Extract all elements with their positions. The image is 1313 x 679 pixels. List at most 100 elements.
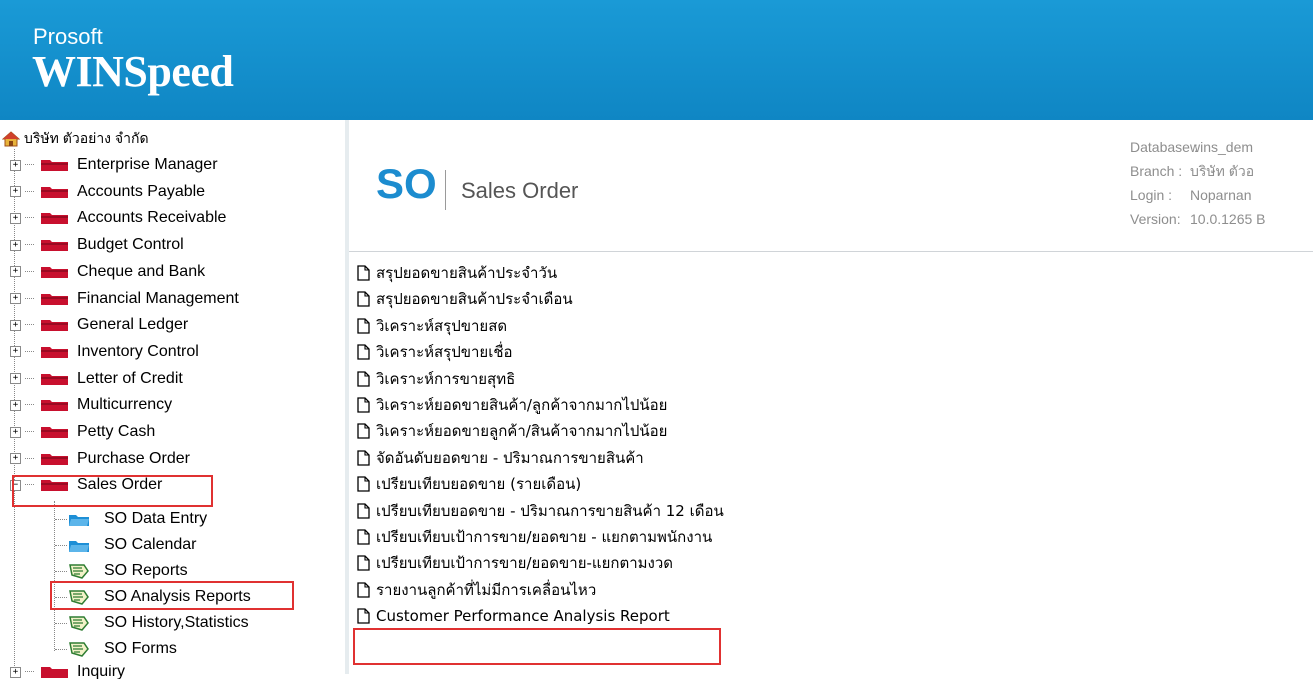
report-label: Customer Performance Analysis Report bbox=[376, 607, 670, 626]
app-banner: Prosoft WINSpeed bbox=[0, 0, 1313, 120]
tree-root-company[interactable]: บริษัท ตัวอย่าง จำกัด bbox=[2, 129, 149, 149]
info-branch: Branch : บริษัท ตัวอ bbox=[1130, 163, 1255, 179]
tree-item-accounts-receivable[interactable]: + Accounts Receivable bbox=[10, 208, 226, 228]
document-icon bbox=[357, 423, 370, 440]
report-item[interactable]: วิเคราะห์ยอดขายลูกค้า/สินค้าจากมากไปน้อย bbox=[357, 420, 667, 442]
tree-item-label: SO Calendar bbox=[104, 536, 197, 553]
report-icon bbox=[69, 616, 89, 631]
report-label: เปรียบเทียบเป้าการขาย/ยอดขาย-แยกตามงวด bbox=[376, 554, 673, 573]
report-item[interactable]: จัดอันดับยอดขาย - ปริมาณการขายสินค้า bbox=[357, 447, 644, 469]
tree-item-label: Enterprise Manager bbox=[77, 156, 218, 173]
folder-icon bbox=[41, 400, 68, 412]
tree-item-label: Accounts Receivable bbox=[77, 209, 227, 227]
folder-icon bbox=[41, 213, 68, 225]
document-icon bbox=[357, 318, 370, 334]
expand-icon[interactable]: + bbox=[10, 159, 21, 171]
module-logo: SO bbox=[376, 160, 437, 207]
tree-connector bbox=[55, 519, 67, 521]
tree-item-so-forms[interactable]: SO Forms bbox=[68, 639, 177, 659]
tree-item-financial-management[interactable]: + Financial Management bbox=[10, 289, 239, 309]
report-item[interactable]: เปรียบเทียบเป้าการขาย/ยอดขาย - แยกตามพนั… bbox=[357, 526, 712, 548]
report-item[interactable]: วิเคราะห์ยอดขายสินค้า/ลูกค้าจากมากไปน้อย bbox=[357, 394, 667, 416]
report-label: รายงานลูกค้าที่ไม่มีการเคลื่อนไหว bbox=[376, 580, 597, 599]
tree-item-general-ledger[interactable]: + General Ledger bbox=[10, 315, 188, 335]
folder-icon bbox=[41, 453, 68, 465]
report-label: วิเคราะห์ยอดขายสินค้า/ลูกค้าจากมากไปน้อย bbox=[376, 396, 668, 414]
tree-item-enterprise-manager[interactable]: + Enterprise Manager bbox=[10, 155, 218, 175]
expand-icon[interactable]: + bbox=[10, 399, 21, 411]
tree-item-purchase-order[interactable]: + Purchase Order bbox=[10, 449, 190, 469]
expand-icon[interactable]: + bbox=[10, 319, 21, 331]
tree-item-label: SO Forms bbox=[104, 640, 177, 657]
info-version: Version: 10.0.1265 B bbox=[1130, 211, 1266, 227]
tree-item-inquiry[interactable]: + Inquiry bbox=[10, 665, 125, 679]
report-item[interactable]: รายงานลูกค้าที่ไม่มีการเคลื่อนไหว bbox=[357, 579, 596, 601]
tree-connector bbox=[54, 501, 56, 651]
highlight-sales-order bbox=[12, 475, 213, 507]
tree-item-label: SO History,Statistics bbox=[104, 614, 249, 631]
report-item[interactable]: เปรียบเทียบยอดขาย - ปริมาณการขายสินค้า 1… bbox=[357, 500, 724, 522]
report-item[interactable]: เปรียบเทียบยอดขาย (รายเดือน) bbox=[357, 473, 581, 495]
report-item[interactable]: สรุปยอดขายสินค้าประจำเดือน bbox=[357, 288, 573, 310]
tree-item-label: Purchase Order bbox=[77, 449, 190, 467]
brand-winspeed: WINSpeed bbox=[32, 47, 234, 96]
expand-icon[interactable]: + bbox=[10, 293, 21, 304]
report-label: วิเคราะห์ยอดขายลูกค้า/สินค้าจากมากไปน้อย bbox=[376, 422, 668, 441]
tree-item-label: Budget Control bbox=[77, 236, 184, 254]
logo-divider bbox=[445, 170, 446, 210]
highlight-customer-performance bbox=[353, 628, 721, 665]
report-item[interactable]: วิเคราะห์การขายสุทธิ bbox=[357, 368, 515, 390]
tree-item-so-reports[interactable]: SO Reports bbox=[68, 561, 188, 581]
expand-icon[interactable]: + bbox=[10, 346, 21, 358]
expand-icon[interactable]: + bbox=[10, 186, 21, 198]
tree-item-so-data-entry[interactable]: SO Data Entry bbox=[68, 509, 207, 529]
pane-splitter[interactable] bbox=[345, 120, 349, 674]
folder-icon bbox=[41, 266, 68, 278]
tree-connector bbox=[55, 571, 67, 573]
expand-icon[interactable]: + bbox=[10, 453, 21, 465]
tree-item-accounts-payable[interactable]: + Accounts Payable bbox=[10, 182, 205, 202]
folder-icon bbox=[41, 427, 68, 438]
expand-icon[interactable]: + bbox=[10, 212, 21, 224]
document-icon bbox=[357, 370, 370, 387]
tree-item-petty-cash[interactable]: + Petty Cash bbox=[10, 422, 155, 442]
report-label: เปรียบเทียบเป้าการขาย/ยอดขาย - แยกตามพนั… bbox=[376, 528, 713, 546]
report-item[interactable]: Customer Performance Analysis Report bbox=[357, 605, 670, 627]
expand-icon[interactable]: + bbox=[10, 426, 21, 438]
document-icon bbox=[357, 555, 370, 572]
folder-icon bbox=[41, 240, 68, 252]
tree-item-inventory-control[interactable]: + Inventory Control bbox=[10, 342, 199, 362]
report-icon bbox=[69, 642, 89, 657]
tree-item-so-calendar[interactable]: SO Calendar bbox=[68, 535, 197, 555]
folder-icon bbox=[69, 515, 89, 526]
expand-icon[interactable]: + bbox=[10, 266, 21, 278]
folder-icon bbox=[69, 541, 89, 552]
folder-icon bbox=[41, 186, 68, 198]
tree-item-label: Letter of Credit bbox=[77, 369, 183, 387]
report-item[interactable]: วิเคราะห์สรุปขายเชื่อ bbox=[357, 341, 513, 363]
report-item[interactable]: สรุปยอดขายสินค้าประจำวัน bbox=[357, 262, 557, 284]
folder-icon bbox=[41, 373, 68, 385]
document-icon bbox=[357, 476, 370, 492]
expand-icon[interactable]: + bbox=[10, 373, 21, 385]
tree-item-so-history-statistics[interactable]: SO History,Statistics bbox=[68, 613, 249, 633]
tree-item-cheque-and-bank[interactable]: + Cheque and Bank bbox=[10, 262, 205, 282]
folder-icon bbox=[41, 160, 68, 171]
folder-icon bbox=[41, 293, 68, 305]
tree-item-multicurrency[interactable]: + Multicurrency bbox=[10, 395, 172, 415]
report-label: สรุปยอดขายสินค้าประจำวัน bbox=[376, 264, 558, 282]
tree-item-budget-control[interactable]: + Budget Control bbox=[10, 235, 184, 255]
report-label: เปรียบเทียบยอดขาย (รายเดือน) bbox=[376, 475, 582, 494]
module-title: Sales Order bbox=[461, 178, 579, 203]
folder-icon bbox=[41, 346, 68, 358]
info-database: Database :wins_dem bbox=[1130, 139, 1254, 155]
tree-item-letter-of-credit[interactable]: + Letter of Credit bbox=[10, 369, 183, 389]
document-icon bbox=[357, 608, 370, 624]
tree-connector bbox=[55, 649, 67, 651]
report-item[interactable]: เปรียบเทียบเป้าการขาย/ยอดขาย-แยกตามงวด bbox=[357, 552, 673, 574]
tree-item-label: Accounts Payable bbox=[77, 182, 206, 200]
document-icon bbox=[357, 344, 370, 360]
report-item[interactable]: วิเคราะห์สรุปขายสด bbox=[357, 315, 507, 337]
expand-icon[interactable]: + bbox=[10, 239, 21, 251]
expand-icon[interactable]: + bbox=[10, 666, 21, 678]
